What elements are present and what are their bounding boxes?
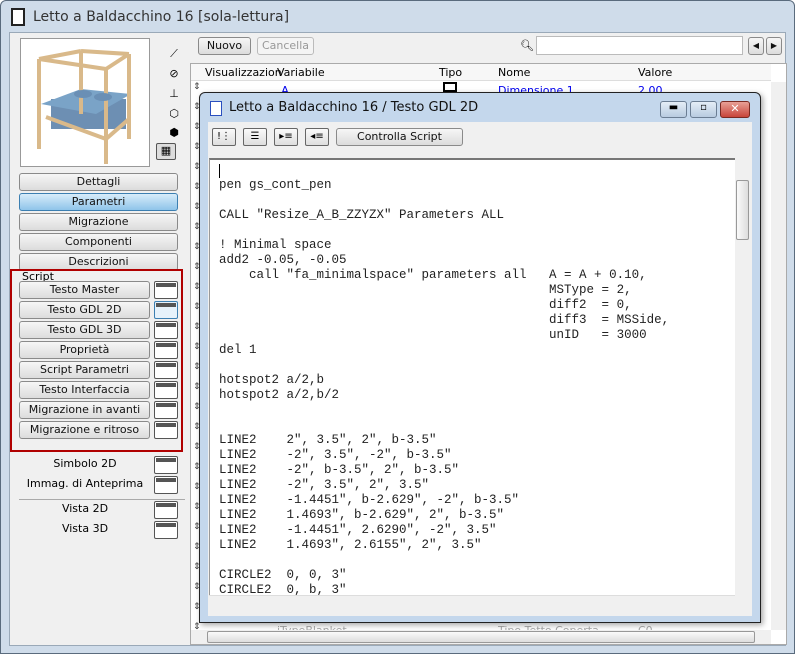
script-document-icon [210,101,222,116]
col-visualizzazione[interactable]: Visualizzazion [205,66,282,79]
maximize-button[interactable]: ▫ [690,101,717,118]
3d-solid-icon[interactable]: ⬢ [167,126,181,140]
vista-2d-label: Vista 2D [61,502,109,515]
indent-icon[interactable]: ▸≡ [274,128,298,146]
tab-dettagli[interactable]: Dettagli [19,173,178,191]
search-input[interactable] [536,36,743,55]
anteprima-open-button[interactable] [154,476,178,494]
vista-2d-open-button[interactable] [154,501,178,519]
open-script-window-button[interactable] [154,401,178,419]
minimize-button[interactable]: ▬ [660,101,687,118]
delete-button[interactable]: Cancella [257,37,314,55]
tab-componenti[interactable]: Componenti [19,233,178,251]
open-script-window-button[interactable] [154,421,178,439]
script-button[interactable]: Testo GDL 2D [19,301,150,319]
check-script-button[interactable]: Controlla Script [336,128,463,146]
script-button[interactable]: Migrazione e ritroso [19,421,150,439]
elevation-icon[interactable]: ⊥ [167,87,181,101]
open-script-window-button[interactable] [154,341,178,359]
dialog-title: Letto a Baldacchino 16 / Testo GDL 2D [229,100,479,115]
open-script-window-button[interactable] [154,381,178,399]
editor-scroll-thumb[interactable] [736,180,749,240]
section-icon[interactable]: ⊘ [167,67,181,81]
length-type-icon [443,82,457,92]
editor-vertical-scrollbar[interactable] [735,158,750,595]
next-button[interactable]: ▶ [766,37,782,55]
outdent-icon[interactable]: ◂≡ [305,128,329,146]
vista-3d-label: Vista 3D [61,522,109,535]
dialog-content: !⋮ ☰ ▸≡ ◂≡ Controlla Script pen gs_cont_… [208,122,752,616]
prev-button[interactable]: ◀ [748,37,764,55]
tab-parametri[interactable]: Parametri [19,193,178,211]
editor-horizontal-scrollbar[interactable] [209,595,735,610]
script-editor-dialog: Letto a Baldacchino 16 / Testo GDL 2D ▬ … [199,92,761,623]
3d-wireframe-icon[interactable]: ⬡ [167,107,181,121]
window-title: Letto a Baldacchino 16 [sola-lettura] [33,9,290,25]
close-button[interactable]: ✕ [720,101,750,118]
table-vertical-scrollbar[interactable] [771,82,786,630]
open-script-window-button[interactable] [154,321,178,339]
text-cursor [219,164,220,178]
code-editor[interactable]: pen gs_cont_pen CALL "Resize_A_B_ZZYZX" … [209,158,735,595]
document-icon [11,8,25,26]
2d-plan-icon[interactable]: ⟋ [167,47,181,61]
script-button[interactable]: Testo GDL 3D [19,321,150,339]
script-button[interactable]: Script Parametri [19,361,150,379]
new-button[interactable]: Nuovo [198,37,251,55]
open-script-window-button[interactable] [154,361,178,379]
title-bar: Letto a Baldacchino 16 [sola-lettura] [1,1,794,33]
open-script-window-button[interactable] [154,301,178,319]
divider [19,499,185,500]
scroll-thumb[interactable] [207,631,755,643]
simbolo-2d-label: Simbolo 2D [53,457,117,470]
open-script-window-button[interactable] [154,281,178,299]
vista-3d-open-button[interactable] [154,521,178,539]
preview-render-icon[interactable]: ▦ [156,143,176,160]
script-button[interactable]: Proprietà [19,341,150,359]
col-nome[interactable]: Nome [498,66,530,79]
row-drag-handle[interactable]: ⇕ [193,82,201,92]
preview-image [20,38,150,167]
script-button[interactable]: Migrazione in avanti [19,401,150,419]
script-code[interactable]: pen gs_cont_pen CALL "Resize_A_B_ZZYZX" … [210,160,735,595]
script-button[interactable]: Testo Master [19,281,150,299]
script-button[interactable]: Testo Interfaccia [19,381,150,399]
anteprima-label: Immag. di Anteprima [26,477,144,490]
search-icon: 🔍︎ [520,39,534,52]
line-numbers-icon[interactable]: ☰ [243,128,267,146]
col-tipo[interactable]: Tipo [439,66,462,79]
tab-migrazione[interactable]: Migrazione [19,213,178,231]
toggle-breakpoints-icon[interactable]: !⋮ [212,128,236,146]
col-valore[interactable]: Valore [638,66,672,79]
simbolo-2d-open-button[interactable] [154,456,178,474]
table-horizontal-scrollbar[interactable] [191,630,771,644]
col-variabile[interactable]: Variabile [277,66,325,79]
